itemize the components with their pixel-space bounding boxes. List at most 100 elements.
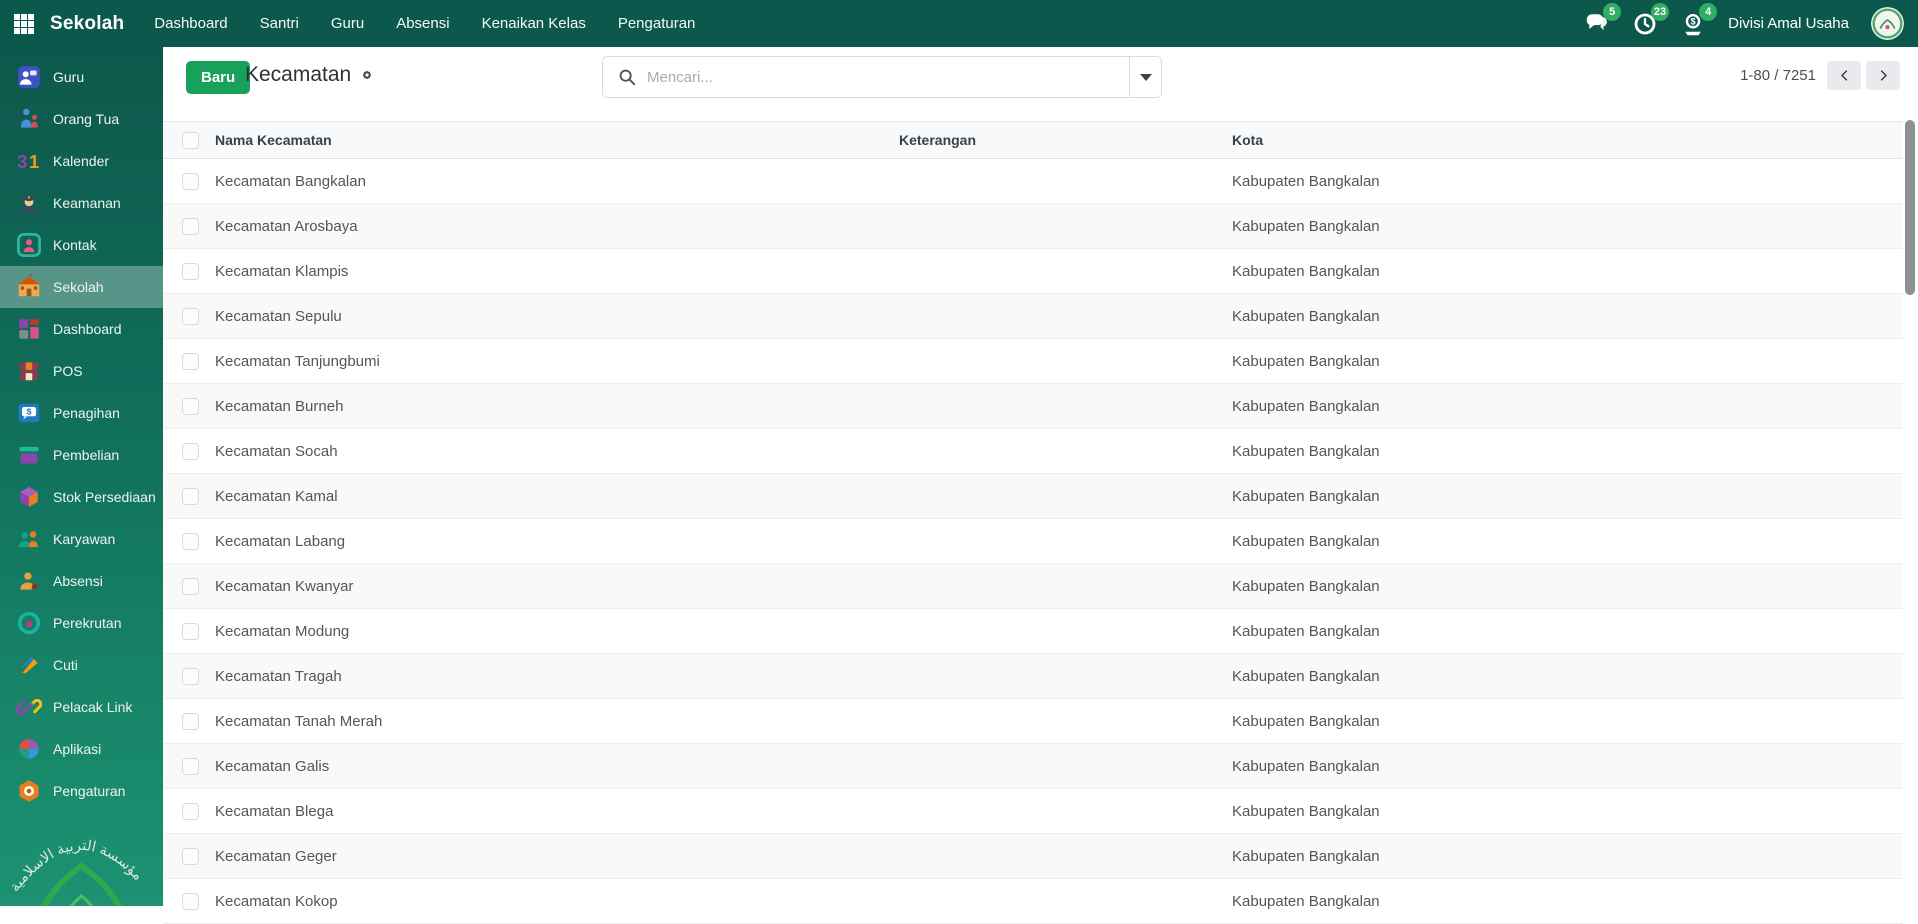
- activities-clock-icon[interactable]: 23: [1632, 11, 1658, 37]
- sidebar-item-sekolah[interactable]: Sekolah: [0, 266, 163, 308]
- messages-icon[interactable]: 5: [1584, 11, 1610, 37]
- row-checkbox[interactable]: [182, 173, 199, 190]
- sidebar-item-label: Karyawan: [53, 531, 115, 547]
- row-checkbox[interactable]: [182, 668, 199, 685]
- sidebar-item-orang-tua[interactable]: Orang Tua: [0, 98, 163, 140]
- row-checkbox[interactable]: [182, 848, 199, 865]
- row-checkbox[interactable]: [182, 308, 199, 325]
- table-row[interactable]: Kecamatan Tragah Kabupaten Bangkalan: [163, 654, 1903, 699]
- cell-kota: Kabupaten Bangkalan: [1216, 263, 1903, 280]
- sidebar-item-keamanan[interactable]: Keamanan: [0, 182, 163, 224]
- cell-kota: Kabupaten Bangkalan: [1216, 713, 1903, 730]
- row-checkbox[interactable]: [182, 713, 199, 730]
- cell-kota: Kabupaten Bangkalan: [1216, 758, 1903, 775]
- table-row[interactable]: Kecamatan Geger Kabupaten Bangkalan: [163, 834, 1903, 879]
- table-row[interactable]: Kecamatan Kwanyar Kabupaten Bangkalan: [163, 564, 1903, 609]
- new-record-button[interactable]: Baru: [186, 61, 250, 94]
- table-row[interactable]: Kecamatan Socah Kabupaten Bangkalan: [163, 429, 1903, 474]
- app-title[interactable]: Sekolah: [50, 13, 124, 35]
- sidebar-item-penagihan[interactable]: $ Penagihan: [0, 392, 163, 434]
- search-icon: [617, 67, 637, 87]
- cell-nama-kecamatan: Kecamatan Tragah: [199, 668, 883, 685]
- row-checkbox[interactable]: [182, 218, 199, 235]
- cell-kota: Kabupaten Bangkalan: [1216, 848, 1903, 865]
- topbar-menu-item[interactable]: Guru: [331, 15, 364, 32]
- sidebar-item-label: Dashboard: [53, 321, 122, 337]
- sidebar-item-pos[interactable]: POS: [0, 350, 163, 392]
- topbar-menu-item[interactable]: Pengaturan: [618, 15, 696, 32]
- money-icon[interactable]: $ 4: [1680, 11, 1706, 37]
- cell-nama-kecamatan: Kecamatan Kwanyar: [199, 578, 883, 595]
- sidebar-item-label: Penagihan: [53, 405, 120, 421]
- sidebar-item-dashboard[interactable]: Dashboard: [0, 308, 163, 350]
- table-row[interactable]: Kecamatan Kokop Kabupaten Bangkalan: [163, 879, 1903, 924]
- sidebar-item-label: Pembelian: [53, 447, 119, 463]
- title-settings-gear-icon[interactable]: [359, 67, 375, 83]
- row-checkbox[interactable]: [182, 803, 199, 820]
- search-input[interactable]: [647, 69, 1129, 86]
- row-checkbox[interactable]: [182, 578, 199, 595]
- sidebar-item-perekrutan[interactable]: Perekrutan: [0, 602, 163, 644]
- table-row[interactable]: Kecamatan Arosbaya Kabupaten Bangkalan: [163, 204, 1903, 249]
- sidebar-item-absensi[interactable]: Absensi: [0, 560, 163, 602]
- vertical-scrollbar[interactable]: [1905, 120, 1915, 295]
- sidebar-item-aplikasi[interactable]: Aplikasi: [0, 728, 163, 770]
- row-checkbox[interactable]: [182, 488, 199, 505]
- sidebar-item-kalender[interactable]: 31 Kalender: [0, 140, 163, 182]
- sidebar-item-cuti[interactable]: Cuti: [0, 644, 163, 686]
- sidebar-item-kontak[interactable]: Kontak: [0, 224, 163, 266]
- table-row[interactable]: Kecamatan Tanjungbumi Kabupaten Bangkala…: [163, 339, 1903, 384]
- table-row[interactable]: Kecamatan Burneh Kabupaten Bangkalan: [163, 384, 1903, 429]
- cell-kota: Kabupaten Bangkalan: [1216, 623, 1903, 640]
- cell-nama-kecamatan: Kecamatan Kamal: [199, 488, 883, 505]
- table-row[interactable]: Kecamatan Labang Kabupaten Bangkalan: [163, 519, 1903, 564]
- next-page-button[interactable]: [1866, 61, 1900, 90]
- row-checkbox[interactable]: [182, 263, 199, 280]
- row-checkbox[interactable]: [182, 398, 199, 415]
- row-checkbox[interactable]: [182, 443, 199, 460]
- select-all-checkbox[interactable]: [182, 132, 199, 149]
- row-checkbox[interactable]: [182, 893, 199, 910]
- search-dropdown-toggle[interactable]: [1129, 57, 1161, 97]
- table-body: Kecamatan Bangkalan Kabupaten Bangkalan …: [163, 159, 1903, 924]
- teacher-icon: [16, 64, 42, 90]
- topbar-menu-item[interactable]: Dashboard: [154, 15, 227, 32]
- inventory-icon: [16, 484, 42, 510]
- user-avatar[interactable]: [1871, 7, 1904, 40]
- apps-grid-icon[interactable]: [0, 0, 48, 47]
- table-row[interactable]: Kecamatan Modung Kabupaten Bangkalan: [163, 609, 1903, 654]
- topbar-menu-item[interactable]: Absensi: [396, 15, 449, 32]
- sidebar-item-stok-persediaan[interactable]: Stok Persediaan: [0, 476, 163, 518]
- table-row[interactable]: Kecamatan Sepulu Kabupaten Bangkalan: [163, 294, 1903, 339]
- sidebar-item-guru[interactable]: Guru: [0, 56, 163, 98]
- row-checkbox[interactable]: [182, 533, 199, 550]
- table-row[interactable]: Kecamatan Galis Kabupaten Bangkalan: [163, 744, 1903, 789]
- table-row[interactable]: Kecamatan Tanah Merah Kabupaten Bangkala…: [163, 699, 1903, 744]
- page-title-group: Kecamatan: [245, 63, 375, 87]
- prev-page-button[interactable]: [1827, 61, 1861, 90]
- row-checkbox[interactable]: [182, 758, 199, 775]
- page-title: Kecamatan: [245, 63, 351, 87]
- purchase-icon: [16, 442, 42, 468]
- row-checkbox[interactable]: [182, 353, 199, 370]
- table-row[interactable]: Kecamatan Klampis Kabupaten Bangkalan: [163, 249, 1903, 294]
- attendance-icon: [16, 568, 42, 594]
- topbar-menu-item[interactable]: Kenaikan Kelas: [482, 15, 586, 32]
- sidebar-item-pelacak-link[interactable]: Pelacak Link: [0, 686, 163, 728]
- cell-kota: Kabupaten Bangkalan: [1216, 218, 1903, 235]
- calendar-icon: 31: [16, 148, 42, 174]
- sidebar-nav: Guru Orang Tua 31 Kalender Keamanan Kont…: [0, 47, 163, 812]
- user-name[interactable]: Divisi Amal Usaha: [1728, 15, 1849, 32]
- sidebar-item-karyawan[interactable]: Karyawan: [0, 518, 163, 560]
- table-row[interactable]: Kecamatan Blega Kabupaten Bangkalan: [163, 789, 1903, 834]
- table-row[interactable]: Kecamatan Kamal Kabupaten Bangkalan: [163, 474, 1903, 519]
- sidebar-item-pembelian[interactable]: Pembelian: [0, 434, 163, 476]
- column-header-kota[interactable]: Kota: [1216, 132, 1903, 148]
- cell-nama-kecamatan: Kecamatan Sepulu: [199, 308, 883, 325]
- topbar-menus: Dashboard Santri Guru Absensi Kenaikan Kelas…: [154, 15, 695, 32]
- topbar-menu-item[interactable]: Santri: [260, 15, 299, 32]
- row-checkbox[interactable]: [182, 623, 199, 640]
- table-row[interactable]: Kecamatan Bangkalan Kabupaten Bangkalan: [163, 159, 1903, 204]
- column-header-keterangan[interactable]: Keterangan: [883, 132, 1216, 148]
- column-header-nama-kecamatan[interactable]: Nama Kecamatan: [199, 132, 883, 148]
